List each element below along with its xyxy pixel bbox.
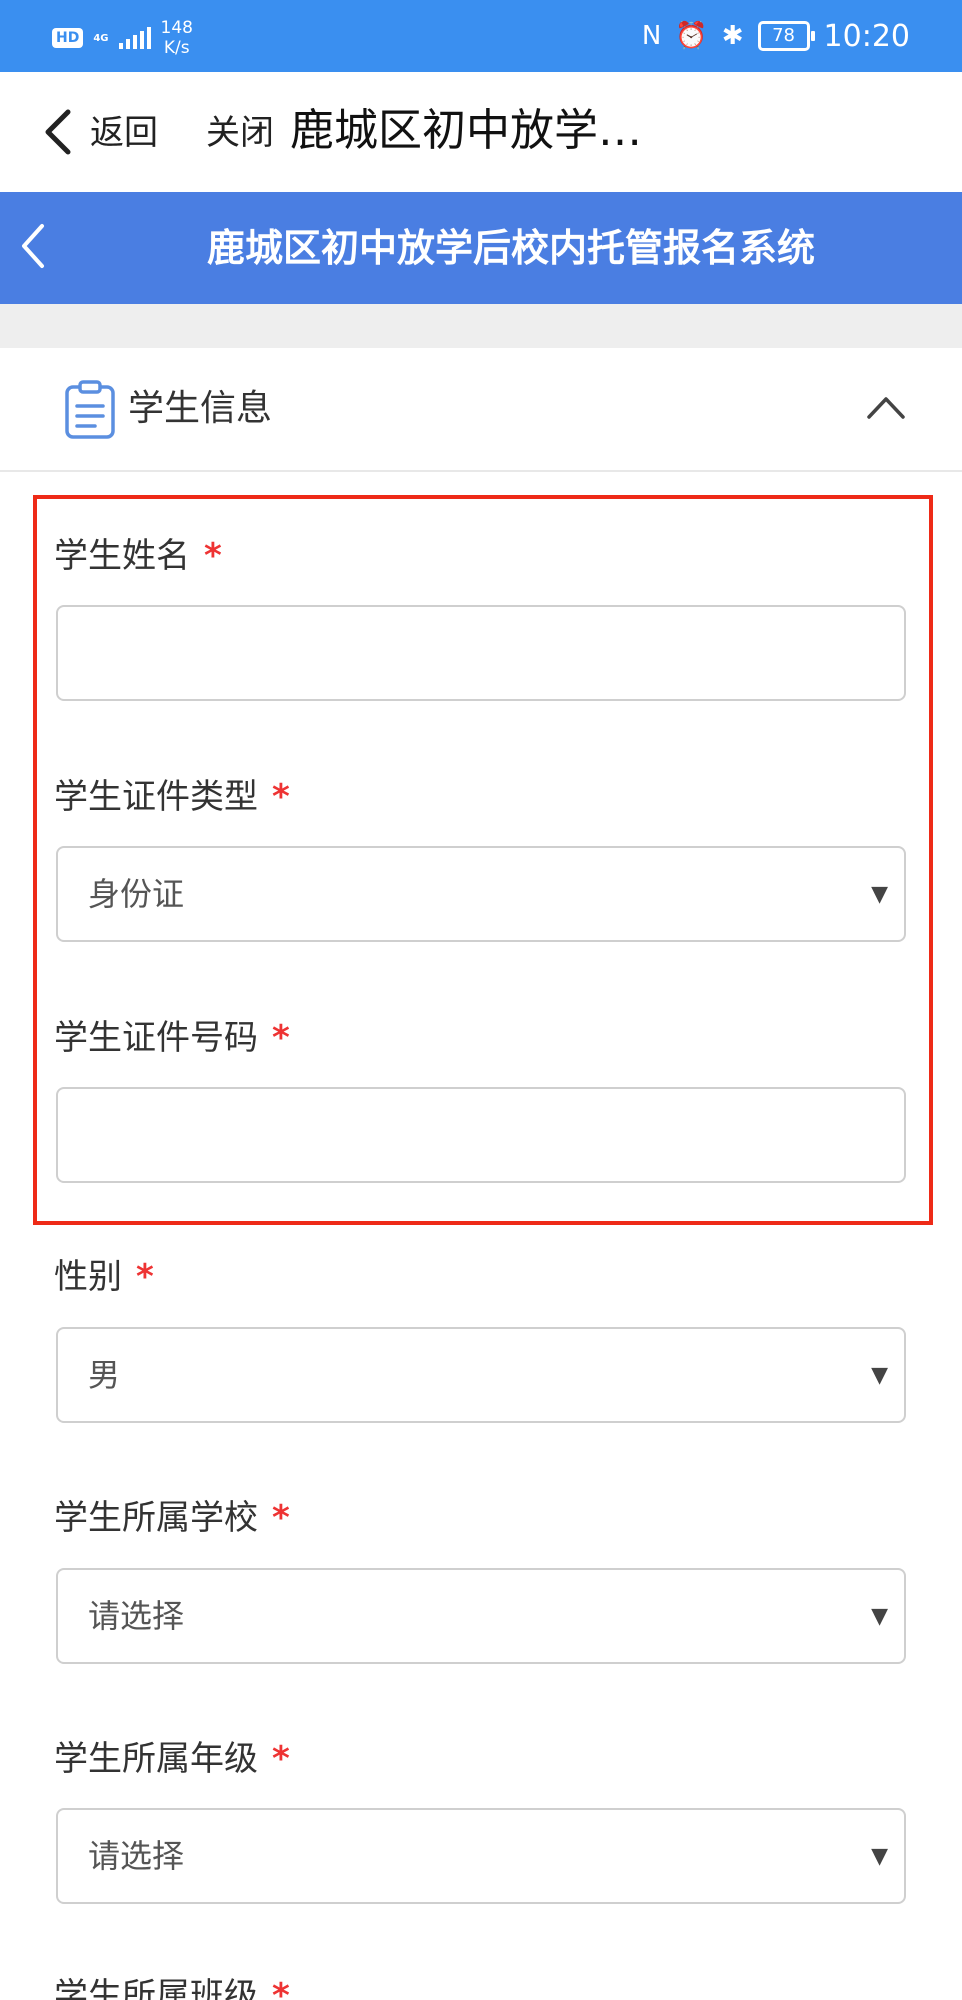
status-bar: HD 4G 148 K/s N ⏰ ✱ 78 10:20 xyxy=(0,0,962,72)
school-label: 学生所属学校 * xyxy=(54,1494,290,1542)
class-label-text: 学生所属班级 xyxy=(54,1976,258,2000)
required-mark: * xyxy=(136,1257,154,1297)
id-type-label: 学生证件类型 * xyxy=(54,773,290,821)
hd-badge: HD xyxy=(52,28,84,48)
chevron-up-icon[interactable] xyxy=(866,394,906,420)
dropdown-arrow-icon: ▼ xyxy=(871,1363,888,1388)
student-name-input[interactable] xyxy=(58,607,904,699)
required-mark: * xyxy=(272,1976,290,2000)
required-mark: * xyxy=(272,1498,290,1538)
bluetooth-icon: ✱ xyxy=(721,21,744,51)
alarm-icon: ⏰ xyxy=(675,21,708,51)
student-name-label: 学生姓名 * xyxy=(54,532,222,580)
id-type-select[interactable]: 身份证 ▼ xyxy=(56,846,906,942)
signal-icon xyxy=(118,27,151,49)
battery-icon: 78 xyxy=(757,21,815,51)
gender-selected-value: 男 xyxy=(88,1356,121,1394)
dropdown-arrow-icon: ▼ xyxy=(871,1844,888,1869)
grade-label: 学生所属年级 * xyxy=(54,1735,290,1783)
app-title: 鹿城区初中放学后校内托管报名系统 xyxy=(206,226,815,270)
id-number-label-text: 学生证件号码 xyxy=(54,1018,258,1058)
section-title: 学生信息 xyxy=(128,388,273,429)
clipboard-icon xyxy=(65,380,115,439)
required-mark: * xyxy=(272,1739,290,1779)
close-button[interactable]: 关闭 xyxy=(206,110,274,156)
nfc-icon: N xyxy=(641,21,662,51)
speed-unit: K/s xyxy=(163,38,190,58)
grade-select[interactable]: 请选择 ▼ xyxy=(56,1808,906,1904)
id-type-label-text: 学生证件类型 xyxy=(54,777,258,817)
required-mark: * xyxy=(272,1018,290,1058)
status-right: N ⏰ ✱ 78 10:20 xyxy=(642,18,910,54)
school-select[interactable]: 请选择 ▼ xyxy=(56,1568,906,1664)
dropdown-arrow-icon: ▼ xyxy=(871,1604,888,1629)
page-title: 鹿城区初中放学… xyxy=(290,105,642,156)
gender-select[interactable]: 男 ▼ xyxy=(56,1327,906,1423)
id-number-label: 学生证件号码 * xyxy=(54,1014,290,1062)
status-left: HD 4G 148 K/s xyxy=(52,18,193,58)
network-speed: 148 K/s xyxy=(161,18,193,58)
grade-selected-value: 请选择 xyxy=(88,1837,185,1875)
class-label: 学生所属班级 * xyxy=(54,1972,290,2000)
school-selected-value: 请选择 xyxy=(88,1597,185,1635)
required-mark: * xyxy=(272,777,290,817)
required-mark: * xyxy=(204,536,222,576)
student-name-label-text: 学生姓名 xyxy=(54,536,190,576)
student-info-section-header[interactable]: 学生信息 xyxy=(0,348,962,472)
nav-bar: 返回 关闭 鹿城区初中放学… xyxy=(0,72,962,192)
id-number-input-box[interactable] xyxy=(56,1087,906,1183)
id-type-selected-value: 身份证 xyxy=(88,875,185,913)
id-number-input[interactable] xyxy=(58,1089,904,1181)
clock: 10:20 xyxy=(823,18,910,54)
back-button[interactable]: 返回 xyxy=(90,110,158,156)
app-header: 鹿城区初中放学后校内托管报名系统 xyxy=(0,192,962,304)
student-name-input-box[interactable] xyxy=(56,605,906,701)
school-label-text: 学生所属学校 xyxy=(54,1498,258,1538)
back-chevron-icon[interactable] xyxy=(40,108,76,156)
section-divider xyxy=(0,304,962,348)
speed-value: 148 xyxy=(160,18,193,38)
gender-label-text: 性别 xyxy=(54,1257,122,1297)
dropdown-arrow-icon: ▼ xyxy=(871,882,888,907)
network-type: 4G xyxy=(93,32,109,44)
grade-label-text: 学生所属年级 xyxy=(54,1739,258,1779)
gender-label: 性别 * xyxy=(54,1253,154,1301)
